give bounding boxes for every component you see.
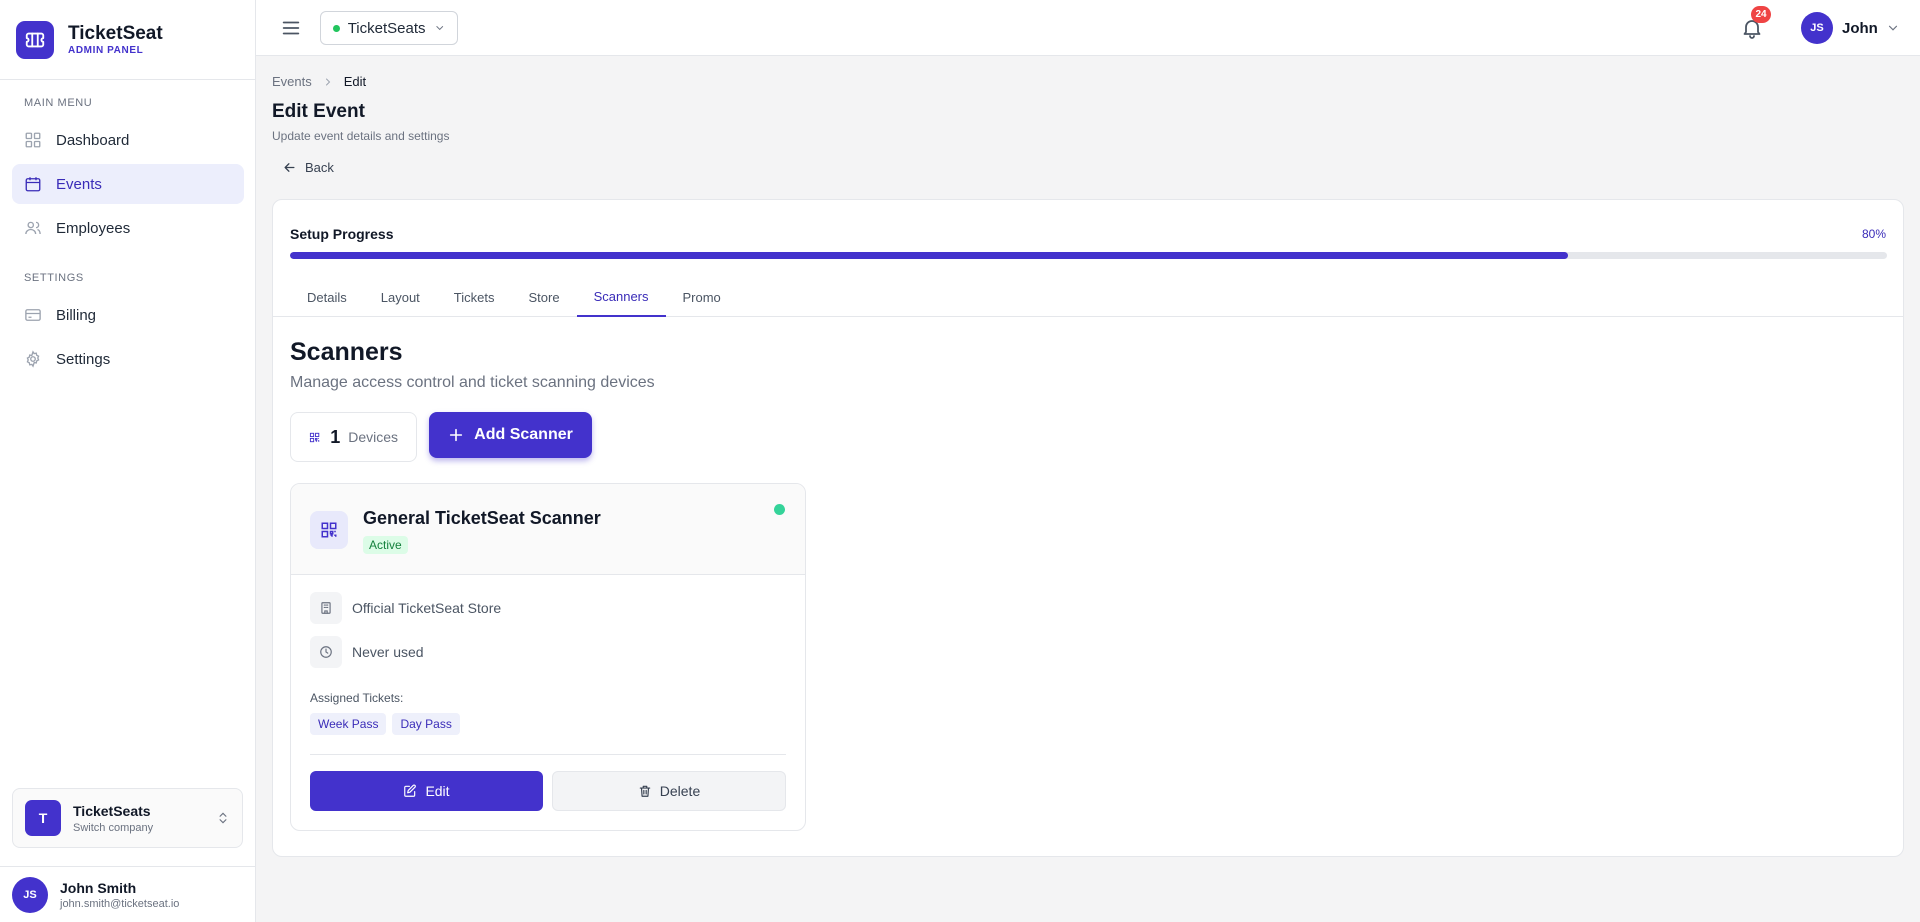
back-button[interactable]: Back	[282, 160, 334, 175]
tab-promo[interactable]: Promo	[666, 278, 738, 317]
divider	[310, 754, 786, 755]
event-tabs: Details Layout Tickets Store Scanners Pr…	[273, 278, 1903, 317]
organization-select[interactable]: TicketSeats	[320, 11, 458, 45]
ticket-tag: Week Pass	[310, 713, 387, 735]
delete-scanner-button[interactable]: Delete	[552, 771, 786, 811]
edit-event-panel: Setup Progress 80% Details Layout Ticket…	[272, 199, 1904, 857]
sidebar-item-settings[interactable]: Settings	[12, 339, 244, 379]
arrow-left-icon	[284, 163, 295, 172]
sidebar-item-label: Events	[56, 175, 102, 193]
edit-scanner-button[interactable]: Edit	[310, 771, 543, 811]
clock-icon	[310, 636, 342, 668]
notification-badge: 24	[1751, 6, 1771, 23]
add-scanner-label: Add Scanner	[474, 426, 573, 443]
ticket-tag: Day Pass	[392, 713, 460, 735]
device-count: 1	[330, 426, 341, 447]
breadcrumb-current: Edit	[343, 74, 367, 89]
sidebar-item-label: Employees	[56, 219, 131, 237]
section-subtitle: Manage access control and ticket scannin…	[290, 374, 655, 391]
settings-section-title: SETTINGS	[24, 272, 84, 284]
breadcrumb-events[interactable]: Events	[272, 74, 312, 89]
scanner-store-row: Official TicketSeat Store	[310, 592, 501, 624]
credit-card-icon	[25, 309, 41, 321]
brand-header: TicketSeat ADMIN PANEL	[0, 0, 255, 80]
scanner-card-header: General TicketSeat Scanner Active	[291, 484, 805, 575]
assigned-tickets: Week Pass Day Pass	[310, 713, 466, 735]
progress-percent: 80%	[1861, 227, 1886, 241]
scanner-name: General TicketSeat Scanner	[363, 508, 601, 528]
scanner-last-used: Never used	[352, 644, 424, 660]
gear-icon	[26, 350, 40, 368]
sidebar-item-events[interactable]: Events	[12, 164, 244, 204]
tab-details[interactable]: Details	[290, 278, 364, 317]
organization-select-value: TicketSeats	[347, 19, 426, 37]
sidebar-item-label: Settings	[56, 350, 111, 368]
grid-icon	[25, 132, 41, 148]
scanner-card: General TicketSeat Scanner Active Offici…	[290, 483, 806, 831]
add-scanner-button[interactable]: Add Scanner	[429, 412, 592, 458]
company-name: TicketSeats	[73, 802, 151, 819]
user-email: john.smith@ticketseat.io	[60, 897, 180, 910]
page-subtitle: Update event details and settings	[272, 129, 450, 143]
back-button-label: Back	[305, 160, 334, 175]
chevron-down-icon	[435, 26, 443, 31]
sidebar-item-dashboard[interactable]: Dashboard	[12, 120, 244, 160]
user-menu[interactable]: JS John	[1801, 12, 1900, 44]
calendar-icon	[25, 177, 41, 192]
sidebar-item-employees[interactable]: Employees	[12, 208, 244, 248]
users-icon	[25, 221, 41, 235]
sidebar-item-label: Dashboard	[56, 131, 130, 149]
progress-title: Setup Progress	[290, 226, 394, 242]
delete-button-label: Delete	[659, 783, 701, 799]
user-name: John Smith	[60, 879, 137, 896]
plus-icon	[450, 428, 463, 442]
trash-icon	[639, 785, 651, 797]
device-count-label: Devices	[348, 429, 398, 445]
edit-button-label: Edit	[425, 783, 450, 799]
tab-scanners[interactable]: Scanners	[576, 278, 666, 317]
company-switcher[interactable]: T TicketSeats Switch company	[12, 788, 243, 848]
assigned-tickets-label: Assigned Tickets:	[310, 691, 404, 705]
page-title: Edit Event	[272, 101, 365, 122]
tab-tickets[interactable]: Tickets	[437, 278, 512, 317]
company-avatar: T	[25, 800, 61, 836]
avatar: JS	[12, 876, 48, 913]
status-badge: Active	[363, 536, 408, 554]
status-dot-icon	[333, 24, 340, 32]
qr-code-icon	[310, 511, 348, 549]
brand-name: TicketSeat	[68, 22, 163, 44]
chevron-right-icon	[325, 78, 330, 85]
chevron-up-down-icon	[219, 812, 227, 824]
device-count-badge: 1 Devices	[290, 412, 417, 462]
section-title: Scanners	[290, 338, 403, 366]
building-icon	[310, 592, 342, 624]
company-subtitle: Switch company	[73, 821, 154, 834]
user-menu-name: John	[1842, 19, 1878, 37]
progress-bar-fill	[290, 252, 1568, 259]
main-menu-title: MAIN MENU	[24, 97, 93, 109]
top-bar: TicketSeats 24 JS John	[256, 0, 1920, 56]
brand-subtitle: ADMIN PANEL	[68, 44, 144, 56]
edit-icon	[404, 784, 417, 797]
sidebar-item-billing[interactable]: Billing	[12, 295, 244, 335]
ticket-icon	[16, 20, 54, 59]
avatar: JS	[1801, 12, 1833, 44]
menu-icon[interactable]	[280, 17, 302, 39]
sidebar-user-profile[interactable]: JS John Smith john.smith@ticketseat.io	[0, 866, 255, 922]
chevron-down-icon	[1888, 25, 1897, 31]
scanner-store: Official TicketSeat Store	[352, 600, 502, 616]
sidebar: TicketSeat ADMIN PANEL MAIN MENU Dashboa…	[0, 0, 256, 922]
qr-code-icon	[309, 432, 320, 442]
online-status-dot-icon	[774, 504, 785, 515]
progress-bar	[290, 252, 1887, 259]
scanner-last-used-row: Never used	[310, 636, 424, 668]
breadcrumb: Events Edit	[272, 74, 366, 89]
tab-layout[interactable]: Layout	[364, 278, 437, 317]
sidebar-item-label: Billing	[56, 306, 97, 324]
tab-store[interactable]: Store	[512, 278, 577, 317]
